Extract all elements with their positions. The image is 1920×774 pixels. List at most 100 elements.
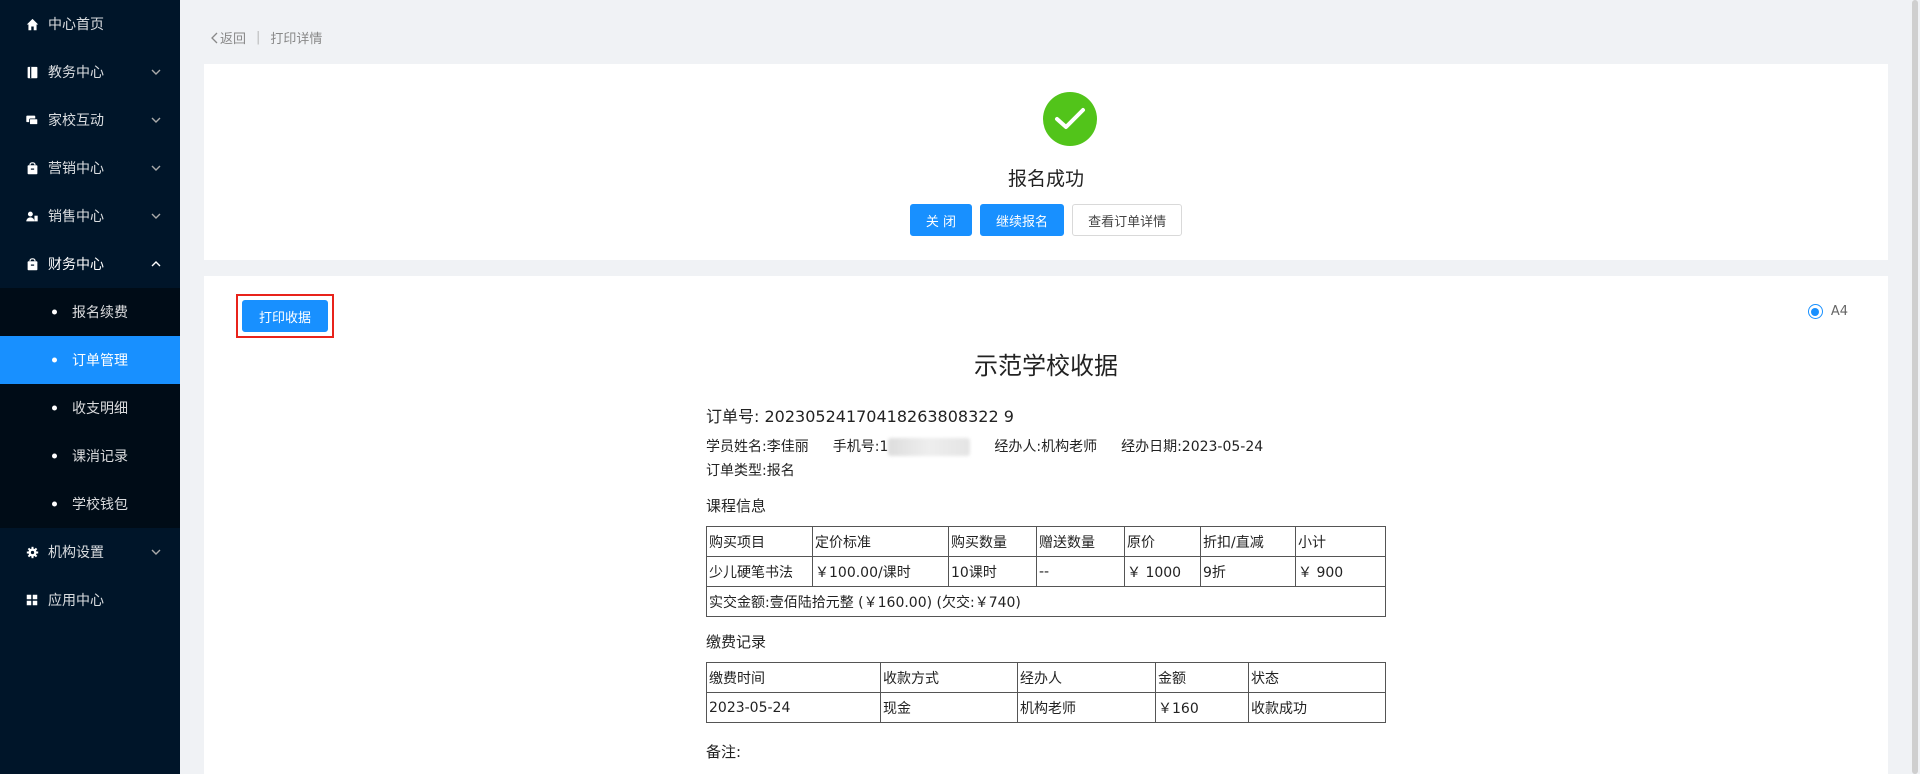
- table-cell: 10课时: [948, 556, 1037, 587]
- table-row: 2023-05-24 现金 机构老师 ￥160 收款成功: [706, 692, 1386, 723]
- success-card: 报名成功 关 闭 继续报名 查看订单详情: [204, 64, 1888, 260]
- users-icon: [24, 208, 40, 224]
- redacted-phone: [888, 438, 971, 456]
- sidebar-subitem-income-expense[interactable]: 收支明细: [0, 384, 180, 432]
- payment-records-title: 缴费记录: [706, 633, 767, 651]
- chevron-down-icon: [150, 210, 162, 222]
- scrollbar-thumb[interactable]: [1912, 0, 1918, 774]
- success-title: 报名成功: [1007, 168, 1084, 190]
- bullet-icon: [52, 405, 57, 411]
- main-content: 返回 | 打印详情 报名成功 关 闭 继续报名 查看订单详情 打印收据 A4 示…: [180, 0, 1920, 774]
- handler-name: 机构老师: [1041, 439, 1098, 455]
- chevron-up-icon: [150, 258, 162, 270]
- sidebar-item-label: 教务中心: [48, 65, 104, 81]
- table-header: 小计: [1295, 526, 1386, 557]
- sidebar-item-home-school[interactable]: 家校互动: [0, 96, 180, 144]
- grid-icon: [24, 592, 40, 608]
- sidebar-item-home[interactable]: 中心首页: [0, 0, 180, 48]
- order-number: 20230524170418263808322 9: [764, 407, 1014, 426]
- close-button[interactable]: 关 闭: [909, 204, 973, 236]
- course-info-title: 课程信息: [706, 497, 767, 515]
- table-cell: --: [1036, 556, 1125, 587]
- handle-date: 2023-05-24: [1181, 439, 1264, 455]
- total-amount-line: 实交金额:壹佰陆拾元整 (￥160.00) (欠交:￥740): [706, 586, 1386, 617]
- chevron-down-icon: [150, 66, 162, 78]
- table-cell: ￥100.00/课时: [812, 556, 949, 587]
- payment-table: 缴费时间 收款方式 经办人 金额 状态 2023-05-24 现金 机构老师 ￥…: [706, 662, 1386, 723]
- sidebar-item-label: 家校互动: [48, 113, 104, 129]
- sidebar-item-app-center[interactable]: 应用中心: [0, 576, 180, 624]
- paper-size-label: A4: [1830, 304, 1848, 319]
- sidebar-item-label: 中心首页: [48, 17, 104, 33]
- bullet-icon: [52, 453, 57, 459]
- back-link[interactable]: 返回: [210, 28, 246, 47]
- page-scrollbar[interactable]: [1910, 0, 1920, 774]
- table-header: 缴费时间: [706, 662, 881, 693]
- chevron-down-icon: [150, 546, 162, 558]
- breadcrumb-current: 打印详情: [270, 32, 323, 47]
- table-header: 原价: [1124, 526, 1201, 557]
- sidebar-item-academic[interactable]: 教务中心: [0, 48, 180, 96]
- order-number-line: 订单号: 20230524170418263808322 9: [706, 407, 1014, 426]
- table-header: 购买项目: [706, 526, 813, 557]
- sidebar-subitem-class-consumption[interactable]: 课消记录: [0, 432, 180, 480]
- finance-submenu: 报名续费 订单管理 收支明细 课消记录 学校钱包: [0, 288, 180, 528]
- student-info-row: 学员姓名:李佳丽 手机号:1 经办人:机构老师 经办日期:2023-05-24: [706, 438, 1264, 456]
- table-cell: 2023-05-24: [706, 692, 881, 723]
- breadcrumb-separator: |: [256, 30, 261, 45]
- sidebar-item-sales[interactable]: 销售中心: [0, 192, 180, 240]
- wallet-icon: [24, 256, 40, 272]
- table-row: 实交金额:壹佰陆拾元整 (￥160.00) (欠交:￥740): [706, 586, 1386, 617]
- order-type: 报名: [766, 463, 795, 479]
- paper-size-option[interactable]: A4: [1807, 304, 1848, 319]
- sidebar-subitem-enroll-renew[interactable]: 报名续费: [0, 288, 180, 336]
- receipt-title: 示范学校收据: [974, 352, 1118, 380]
- book-icon: [24, 64, 40, 80]
- gear-icon: [24, 544, 40, 560]
- table-cell: ￥160: [1155, 692, 1249, 723]
- chevron-down-icon: [150, 162, 162, 174]
- sidebar-subitem-school-wallet[interactable]: 学校钱包: [0, 480, 180, 528]
- sidebar-item-label: 营销中心: [48, 161, 104, 177]
- table-cell: 收款成功: [1248, 692, 1386, 723]
- view-order-details-button[interactable]: 查看订单详情: [1072, 204, 1183, 236]
- print-receipt-button[interactable]: 打印收据: [242, 300, 329, 332]
- phone-number: 1: [879, 439, 889, 455]
- sidebar-item-org-settings[interactable]: 机构设置: [0, 528, 180, 576]
- receipt-card: 打印收据 A4 示范学校收据 订单号: 20230524170418263808…: [204, 276, 1888, 774]
- sidebar: 中心首页 教务中心 家校互动 营销中心 销售中心 财务中心 报名续费 订单管理 …: [0, 0, 180, 774]
- bag-icon: [24, 160, 40, 176]
- success-check-icon: [1043, 92, 1097, 146]
- sidebar-item-label: 机构设置: [48, 545, 104, 561]
- bullet-icon: [52, 501, 57, 507]
- home-icon: [24, 16, 40, 32]
- table-header-row: 购买项目 定价标准 购买数量 赠送数量 原价 折扣/直减 小计: [706, 526, 1386, 557]
- continue-enroll-button[interactable]: 继续报名: [980, 204, 1065, 236]
- table-row: 少儿硬笔书法 ￥100.00/课时 10课时 -- ￥ 1000 9折 ￥ 90…: [706, 556, 1386, 587]
- breadcrumb: 返回 | 打印详情: [210, 28, 322, 47]
- table-cell: 9折: [1200, 556, 1296, 587]
- success-actions: 关 闭 继续报名 查看订单详情: [204, 204, 1888, 236]
- receipt-document: 示范学校收据 订单号: 20230524170418263808322 9 学员…: [706, 346, 1386, 762]
- bullet-icon: [52, 357, 57, 363]
- table-header-row: 缴费时间 收款方式 经办人 金额 状态: [706, 662, 1386, 693]
- course-table: 购买项目 定价标准 购买数量 赠送数量 原价 折扣/直减 小计 少儿硬笔书法 ￥…: [706, 526, 1386, 617]
- sidebar-item-finance[interactable]: 财务中心: [0, 240, 180, 288]
- bullet-icon: [52, 309, 57, 315]
- sidebar-item-label: 财务中心: [48, 257, 104, 273]
- sidebar-item-label: 应用中心: [48, 593, 104, 609]
- chat-icon: [24, 112, 40, 128]
- student-name: 李佳丽: [766, 439, 809, 455]
- sidebar-item-marketing[interactable]: 营销中心: [0, 144, 180, 192]
- table-cell: 少儿硬笔书法: [706, 556, 813, 587]
- radio-selected-icon[interactable]: [1807, 304, 1823, 319]
- print-button-highlight: 打印收据: [236, 294, 335, 338]
- table-cell: 现金: [880, 692, 1018, 723]
- table-header: 购买数量: [948, 526, 1037, 557]
- chevron-left-icon: [211, 32, 218, 43]
- sidebar-subitem-order-management[interactable]: 订单管理: [0, 336, 180, 384]
- table-header: 收款方式: [880, 662, 1018, 693]
- table-header: 状态: [1248, 662, 1386, 693]
- sidebar-item-label: 销售中心: [48, 209, 104, 225]
- table-header: 经办人: [1017, 662, 1156, 693]
